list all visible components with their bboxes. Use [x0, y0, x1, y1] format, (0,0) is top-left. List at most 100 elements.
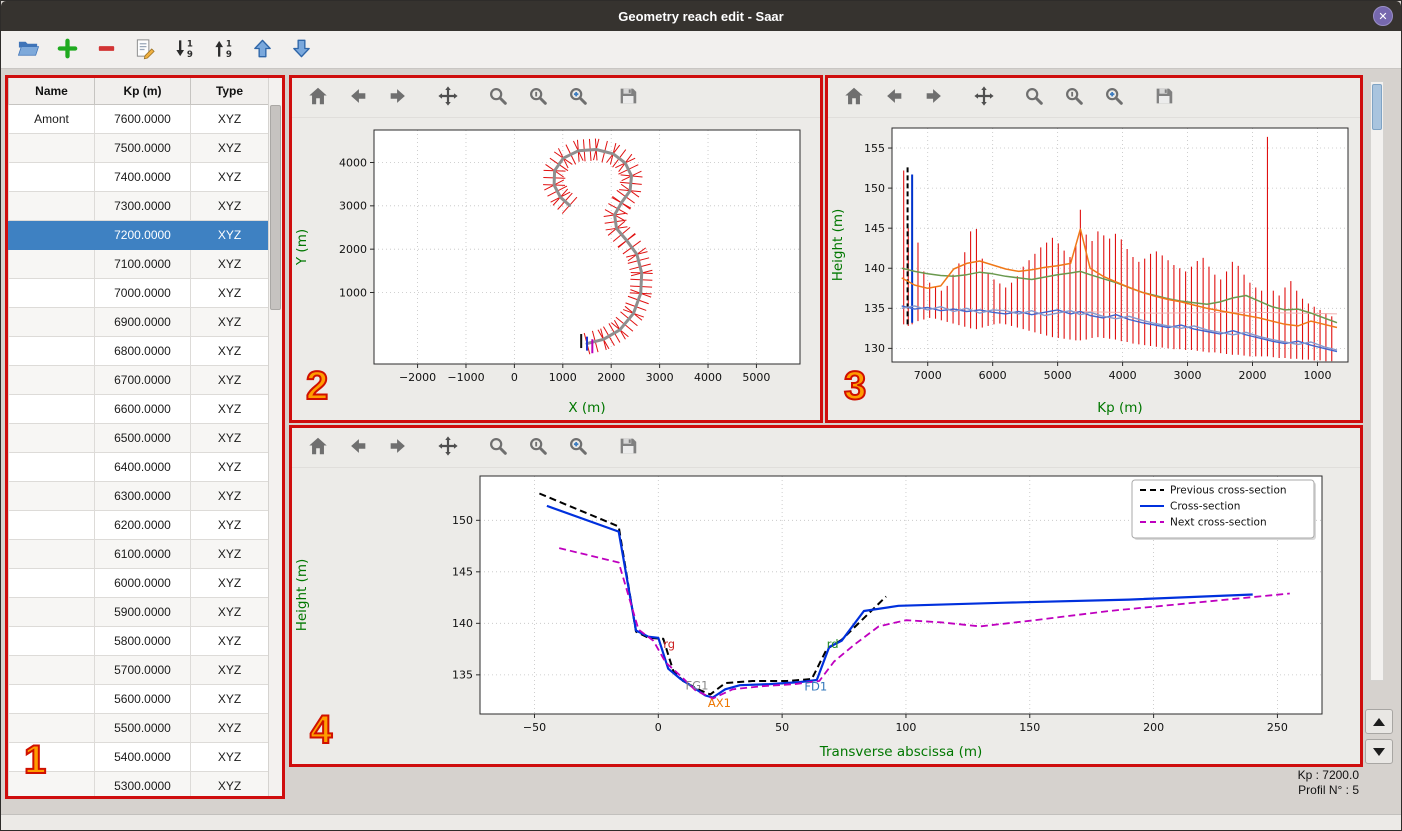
table-row[interactable]: 7500.0000 XYZ — [8, 133, 269, 163]
profile-up-button[interactable] — [1365, 709, 1393, 734]
zoom-select-button[interactable] — [524, 84, 552, 112]
svg-text:150: 150 — [864, 182, 885, 195]
plot-toolbar-plan — [292, 78, 820, 118]
title-bar[interactable]: Geometry reach edit - Saar ✕ — [1, 1, 1401, 31]
table-scrollbar-thumb[interactable] — [270, 105, 281, 310]
home-button[interactable] — [304, 434, 332, 462]
right-scrollbar[interactable] — [1370, 81, 1384, 681]
save-button[interactable] — [614, 84, 642, 112]
sort-descending-button[interactable]: 19 — [169, 35, 199, 65]
back-icon — [883, 85, 905, 110]
panel-number-4: 4 — [309, 708, 333, 752]
zoom-auto-button[interactable] — [564, 84, 592, 112]
table-row[interactable]: 7200.0000 XYZ — [8, 220, 269, 250]
close-button[interactable]: ✕ — [1373, 6, 1393, 26]
table-row[interactable]: 5900.0000 XYZ — [8, 597, 269, 627]
save-button[interactable] — [614, 434, 642, 462]
table-row[interactable]: 5800.0000 XYZ — [8, 626, 269, 656]
plan-view-plot[interactable]: −2000 −1000 0 1000 2000 3000 4000 5000 1000 2000 3… — [292, 118, 820, 420]
zoom-icon — [487, 435, 509, 460]
zoom-select-icon — [527, 85, 549, 110]
main-toolbar: 1919 — [1, 31, 1401, 69]
svg-text:rg: rg — [663, 637, 675, 651]
table-row[interactable]: 6500.0000 XYZ — [8, 423, 269, 453]
table-row[interactable]: 7000.0000 XYZ — [8, 278, 269, 308]
save-button[interactable] — [1150, 84, 1178, 112]
table-row[interactable]: 6200.0000 XYZ — [8, 510, 269, 540]
pan-button[interactable] — [970, 84, 998, 112]
svg-text:2000: 2000 — [1239, 369, 1267, 382]
svg-text:150: 150 — [1019, 721, 1040, 734]
edit-button[interactable] — [130, 35, 160, 65]
open-folder-icon — [17, 37, 40, 63]
svg-text:0: 0 — [655, 721, 662, 734]
table-row[interactable]: 7400.0000 XYZ — [8, 162, 269, 192]
table-row[interactable]: 6400.0000 XYZ — [8, 452, 269, 482]
table-row[interactable]: 6600.0000 XYZ — [8, 394, 269, 424]
table-row[interactable]: 6100.0000 XYZ — [8, 539, 269, 569]
svg-text:150: 150 — [452, 514, 473, 527]
cross-section-plot[interactable]: rg rd FG1 AX1 FD1 −50 0 50 100 150 200 250 135 140 145… — [292, 468, 1360, 764]
svg-text:155: 155 — [864, 142, 885, 155]
longitudinal-profile-plot[interactable]: 7000 6000 5000 4000 3000 2000 1000 130 135 140 145… — [828, 118, 1360, 420]
move-down-button[interactable] — [286, 35, 316, 65]
sort-ascending-button[interactable]: 19 — [208, 35, 238, 65]
forward-button[interactable] — [384, 84, 412, 112]
svg-text:3000: 3000 — [339, 200, 367, 213]
open-folder-button[interactable] — [13, 35, 43, 65]
table-row[interactable]: 6900.0000 XYZ — [8, 307, 269, 337]
sort-ascending-icon: 19 — [212, 37, 235, 63]
table-row[interactable]: 5400.0000 XYZ — [8, 742, 269, 772]
table-row[interactable]: 6700.0000 XYZ — [8, 365, 269, 395]
table-row[interactable]: 5300.0000 XYZ — [8, 771, 269, 796]
forward-icon — [387, 85, 409, 110]
back-button[interactable] — [344, 84, 372, 112]
table-row[interactable]: 5700.0000 XYZ — [8, 655, 269, 685]
profile-down-button[interactable] — [1365, 739, 1393, 764]
back-button[interactable] — [880, 84, 908, 112]
table-row[interactable]: 6000.0000 XYZ — [8, 568, 269, 598]
status-bar — [1, 814, 1401, 830]
table-row[interactable]: 5600.0000 XYZ — [8, 684, 269, 714]
zoom-button[interactable] — [1020, 84, 1048, 112]
right-scrollbar-thumb[interactable] — [1372, 84, 1382, 130]
home-icon — [307, 85, 329, 110]
plot-toolbar-longitudinal — [828, 78, 1360, 118]
table-scrollbar[interactable] — [268, 78, 282, 796]
zoom-auto-icon — [567, 85, 589, 110]
profiles-table[interactable]: Name Kp (m) Type Amont 7600.0000 XYZ 7500.0000… — [8, 78, 269, 796]
zoom-auto-button[interactable] — [564, 434, 592, 462]
table-row[interactable]: 7300.0000 XYZ — [8, 191, 269, 221]
table-row[interactable]: 7100.0000 XYZ — [8, 249, 269, 279]
forward-button[interactable] — [384, 434, 412, 462]
panel-number-1: 1 — [23, 738, 47, 782]
save-icon — [617, 435, 639, 460]
add-button[interactable] — [52, 35, 82, 65]
table-row[interactable]: 6300.0000 XYZ — [8, 481, 269, 511]
zoom-button[interactable] — [484, 434, 512, 462]
pan-icon — [437, 435, 459, 460]
move-up-button[interactable] — [247, 35, 277, 65]
zoom-auto-button[interactable] — [1100, 84, 1128, 112]
zoom-button[interactable] — [484, 84, 512, 112]
zoom-select-button[interactable] — [1060, 84, 1088, 112]
profiles-panel: Name Kp (m) Type Amont 7600.0000 XYZ 7500.0000… — [5, 75, 285, 799]
table-row[interactable]: 5500.0000 XYZ — [8, 713, 269, 743]
close-icon: ✕ — [1378, 10, 1388, 23]
back-button[interactable] — [344, 434, 372, 462]
svg-text:AX1: AX1 — [708, 696, 731, 710]
move-up-icon — [251, 37, 274, 63]
svg-text:0: 0 — [511, 371, 518, 384]
profil-readout: Profil N° : 5 — [1298, 783, 1359, 797]
pan-button[interactable] — [434, 84, 462, 112]
remove-button[interactable] — [91, 35, 121, 65]
home-button[interactable] — [304, 84, 332, 112]
pan-button[interactable] — [434, 434, 462, 462]
table-row[interactable]: Amont 7600.0000 XYZ — [8, 104, 269, 134]
column-header: Name — [8, 78, 95, 105]
triangle-up-icon — [1373, 717, 1385, 726]
forward-button[interactable] — [920, 84, 948, 112]
table-row[interactable]: 6800.0000 XYZ — [8, 336, 269, 366]
zoom-select-button[interactable] — [524, 434, 552, 462]
home-button[interactable] — [840, 84, 868, 112]
